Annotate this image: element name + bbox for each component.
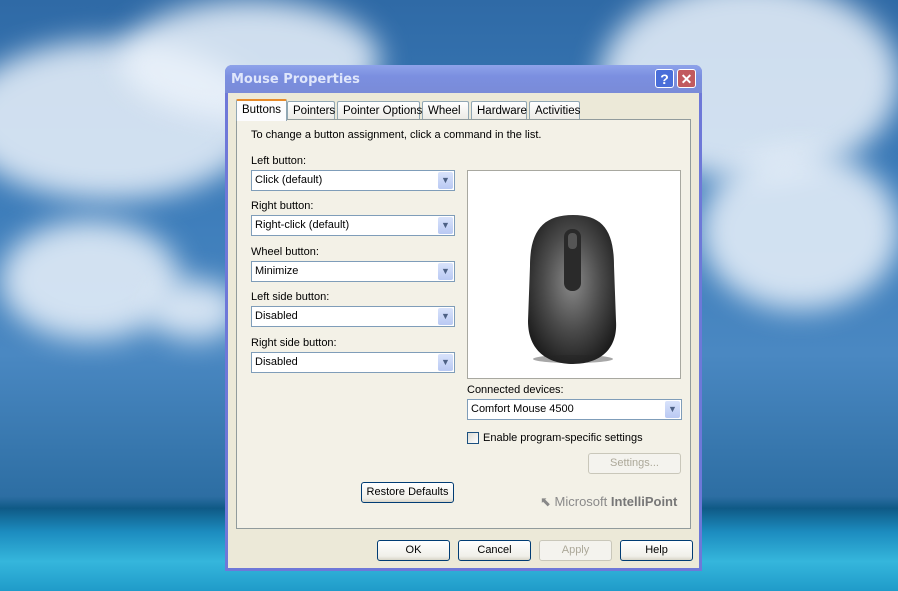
tab-hardware[interactable]: Hardware xyxy=(471,101,527,119)
cancel-button[interactable]: Cancel xyxy=(458,540,531,561)
tab-pointer-options[interactable]: Pointer Options xyxy=(337,101,422,119)
wheel-button-label: Wheel button: xyxy=(251,246,319,258)
left-button-value: Click (default) xyxy=(255,174,323,186)
wheel-button-select[interactable]: Minimize ▼ xyxy=(251,261,455,282)
close-icon: ✕ xyxy=(680,71,693,87)
left-button-select[interactable]: Click (default) ▼ xyxy=(251,170,455,191)
restore-defaults-button[interactable]: Restore Defaults xyxy=(361,482,454,503)
chevron-down-icon[interactable]: ▼ xyxy=(438,308,453,325)
apply-button[interactable]: Apply xyxy=(539,540,612,561)
instruction-text: To change a button assignment, click a c… xyxy=(251,129,542,141)
chevron-down-icon[interactable]: ▼ xyxy=(665,401,680,418)
brand-prefix: Microsoft xyxy=(554,494,608,509)
tab-pointers[interactable]: Pointers xyxy=(287,101,335,119)
mouse-image xyxy=(528,215,617,364)
mouse-properties-dialog: Mouse Properties ? ✕ Buttons Pointers Po… xyxy=(225,65,702,571)
connected-devices-select[interactable]: Comfort Mouse 4500 ▼ xyxy=(467,399,682,420)
window-title: Mouse Properties xyxy=(231,72,360,87)
help-footer-button[interactable]: Help xyxy=(620,540,693,561)
right-side-button-select[interactable]: Disabled ▼ xyxy=(251,352,455,373)
settings-button[interactable]: Settings... xyxy=(588,453,681,474)
left-button-label: Left button: xyxy=(251,155,307,167)
connected-devices-label: Connected devices: xyxy=(467,384,564,396)
title-bar[interactable]: Mouse Properties ? ✕ xyxy=(225,65,702,93)
wheel-button-value: Minimize xyxy=(255,265,299,277)
right-button-value: Right-click (default) xyxy=(255,219,350,231)
right-button-select[interactable]: Right-click (default) ▼ xyxy=(251,215,455,236)
tab-activities[interactable]: Activities xyxy=(529,101,580,119)
left-side-button-value: Disabled xyxy=(255,310,298,322)
intellipoint-brand: ⬉ Microsoft IntelliPoint xyxy=(540,494,677,510)
left-side-button-select[interactable]: Disabled ▼ xyxy=(251,306,455,327)
help-button[interactable]: ? xyxy=(655,69,674,88)
right-button-label: Right button: xyxy=(251,200,314,212)
cursor-arrow-icon: ⬉ xyxy=(540,494,551,509)
right-side-button-value: Disabled xyxy=(255,356,298,368)
chevron-down-icon[interactable]: ▼ xyxy=(438,217,453,234)
left-side-button-label: Left side button: xyxy=(251,291,330,303)
connected-device-value: Comfort Mouse 4500 xyxy=(471,403,574,415)
close-button[interactable]: ✕ xyxy=(677,69,696,88)
chevron-down-icon[interactable]: ▼ xyxy=(438,172,453,189)
right-side-button-label: Right side button: xyxy=(251,337,337,349)
mouse-image-frame xyxy=(467,170,681,379)
program-specific-checkbox[interactable] xyxy=(467,432,479,444)
question-icon: ? xyxy=(660,71,669,87)
brand-name: IntelliPoint xyxy=(610,494,678,509)
tab-wheel[interactable]: Wheel xyxy=(422,101,469,119)
tab-buttons[interactable]: Buttons xyxy=(236,99,287,121)
chevron-down-icon[interactable]: ▼ xyxy=(438,354,453,371)
buttons-tab-panel: To change a button assignment, click a c… xyxy=(236,119,691,529)
program-specific-label: Enable program-specific settings xyxy=(483,432,643,444)
chevron-down-icon[interactable]: ▼ xyxy=(438,263,453,280)
ok-button[interactable]: OK xyxy=(377,540,450,561)
